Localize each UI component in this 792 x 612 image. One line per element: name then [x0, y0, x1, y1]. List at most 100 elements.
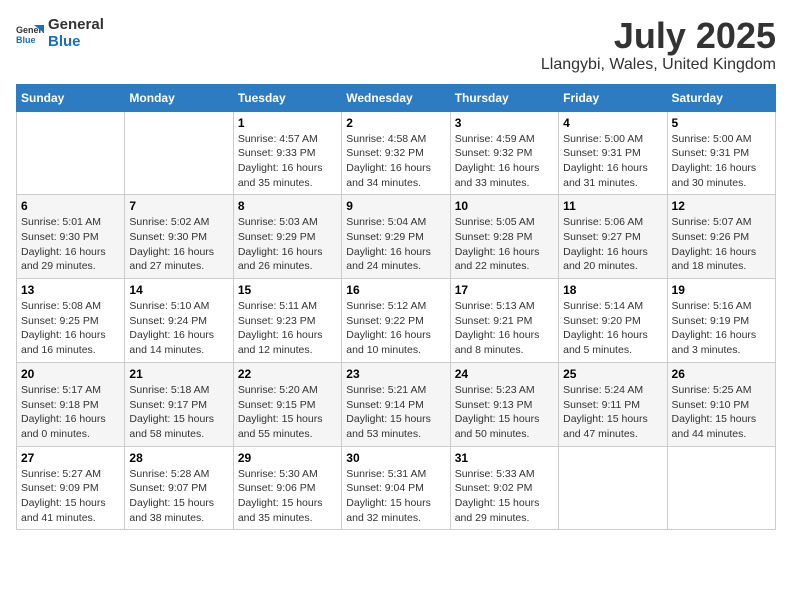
day-detail: Sunrise: 5:25 AM Sunset: 9:10 PM Dayligh…: [672, 383, 771, 442]
calendar-cell: 16 Sunrise: 5:12 AM Sunset: 9:22 PM Dayli…: [342, 279, 450, 363]
weekday-tuesday: Tuesday: [233, 84, 341, 111]
day-detail: Sunrise: 5:08 AM Sunset: 9:25 PM Dayligh…: [21, 299, 120, 358]
day-number: 18: [563, 283, 662, 297]
calendar-cell: 4 Sunrise: 5:00 AM Sunset: 9:31 PM Daylig…: [559, 111, 667, 195]
day-number: 6: [21, 199, 120, 213]
day-detail: Sunrise: 5:31 AM Sunset: 9:04 PM Dayligh…: [346, 467, 445, 526]
calendar-cell: [559, 446, 667, 530]
day-detail: Sunrise: 5:02 AM Sunset: 9:30 PM Dayligh…: [129, 215, 228, 274]
day-detail: Sunrise: 5:21 AM Sunset: 9:14 PM Dayligh…: [346, 383, 445, 442]
week-row-1: 6 Sunrise: 5:01 AM Sunset: 9:30 PM Daylig…: [17, 195, 776, 279]
calendar-cell: 14Sunrise: 5:10 AM Sunset: 9:24 PM Dayli…: [125, 279, 233, 363]
logo-text-blue: Blue: [48, 33, 81, 50]
calendar-cell: 10 Sunrise: 5:05 AM Sunset: 9:28 PM Dayli…: [450, 195, 558, 279]
day-number: 20: [21, 367, 120, 381]
calendar-cell: [667, 446, 775, 530]
day-detail: Sunrise: 5:04 AM Sunset: 9:29 PM Dayligh…: [346, 215, 445, 274]
day-number: 3: [455, 116, 554, 130]
calendar-cell: 30 Sunrise: 5:31 AM Sunset: 9:04 PM Dayli…: [342, 446, 450, 530]
day-number: 21: [129, 367, 228, 381]
calendar-cell: 7Sunrise: 5:02 AM Sunset: 9:30 PM Daylig…: [125, 195, 233, 279]
day-detail: Sunrise: 5:13 AM Sunset: 9:21 PM Dayligh…: [455, 299, 554, 358]
calendar-cell: 8Sunrise: 5:03 AM Sunset: 9:29 PM Daylig…: [233, 195, 341, 279]
weekday-header: SundayMondayTuesdayWednesdayThursdayFrid…: [17, 84, 776, 111]
day-number: 9: [346, 199, 445, 213]
day-detail: Sunrise: 5:05 AM Sunset: 9:28 PM Dayligh…: [455, 215, 554, 274]
day-number: 11: [563, 199, 662, 213]
weekday-thursday: Thursday: [450, 84, 558, 111]
calendar-cell: 31Sunrise: 5:33 AM Sunset: 9:02 PM Dayli…: [450, 446, 558, 530]
calendar-cell: 13Sunrise: 5:08 AM Sunset: 9:25 PM Dayli…: [17, 279, 125, 363]
day-detail: Sunrise: 4:58 AM Sunset: 9:32 PM Dayligh…: [346, 132, 445, 191]
day-detail: Sunrise: 5:17 AM Sunset: 9:18 PM Dayligh…: [21, 383, 120, 442]
day-detail: Sunrise: 5:06 AM Sunset: 9:27 PM Dayligh…: [563, 215, 662, 274]
calendar-cell: 27 Sunrise: 5:27 AM Sunset: 9:09 PM Dayli…: [17, 446, 125, 530]
sub-title: Llangybi, Wales, United Kingdom: [541, 56, 776, 74]
calendar-cell: 25 Sunrise: 5:24 AM Sunset: 9:11 PM Dayli…: [559, 362, 667, 446]
calendar-cell: [125, 111, 233, 195]
calendar-cell: 5Sunrise: 5:00 AM Sunset: 9:31 PM Daylig…: [667, 111, 775, 195]
day-detail: Sunrise: 5:24 AM Sunset: 9:11 PM Dayligh…: [563, 383, 662, 442]
weekday-monday: Monday: [125, 84, 233, 111]
header: General Blue General Blue July 2025 Llan…: [16, 16, 776, 74]
calendar-cell: 24Sunrise: 5:23 AM Sunset: 9:13 PM Dayli…: [450, 362, 558, 446]
day-number: 19: [672, 283, 771, 297]
day-detail: Sunrise: 5:30 AM Sunset: 9:06 PM Dayligh…: [238, 467, 337, 526]
day-number: 17: [455, 283, 554, 297]
day-number: 31: [455, 451, 554, 465]
day-number: 29: [238, 451, 337, 465]
weekday-wednesday: Wednesday: [342, 84, 450, 111]
calendar: SundayMondayTuesdayWednesdayThursdayFrid…: [16, 84, 776, 531]
svg-text:Blue: Blue: [16, 35, 36, 45]
calendar-cell: 6 Sunrise: 5:01 AM Sunset: 9:30 PM Daylig…: [17, 195, 125, 279]
day-number: 2: [346, 116, 445, 130]
weekday-sunday: Sunday: [17, 84, 125, 111]
day-number: 26: [672, 367, 771, 381]
title-area: July 2025 Llangybi, Wales, United Kingdo…: [541, 16, 776, 74]
calendar-cell: 29 Sunrise: 5:30 AM Sunset: 9:06 PM Dayli…: [233, 446, 341, 530]
week-row-2: 13Sunrise: 5:08 AM Sunset: 9:25 PM Dayli…: [17, 279, 776, 363]
day-number: 14: [129, 283, 228, 297]
calendar-cell: 26 Sunrise: 5:25 AM Sunset: 9:10 PM Dayli…: [667, 362, 775, 446]
day-number: 28: [129, 451, 228, 465]
calendar-cell: 1 Sunrise: 4:57 AM Sunset: 9:33 PM Daylig…: [233, 111, 341, 195]
day-detail: Sunrise: 4:57 AM Sunset: 9:33 PM Dayligh…: [238, 132, 337, 191]
calendar-cell: 11 Sunrise: 5:06 AM Sunset: 9:27 PM Dayli…: [559, 195, 667, 279]
day-number: 8: [238, 199, 337, 213]
day-detail: Sunrise: 5:23 AM Sunset: 9:13 PM Dayligh…: [455, 383, 554, 442]
day-number: 12: [672, 199, 771, 213]
logo-text-general: General: [48, 16, 104, 33]
day-number: 16: [346, 283, 445, 297]
day-detail: Sunrise: 5:12 AM Sunset: 9:22 PM Dayligh…: [346, 299, 445, 358]
calendar-cell: 12 Sunrise: 5:07 AM Sunset: 9:26 PM Dayli…: [667, 195, 775, 279]
day-detail: Sunrise: 5:01 AM Sunset: 9:30 PM Dayligh…: [21, 215, 120, 274]
calendar-cell: 15 Sunrise: 5:11 AM Sunset: 9:23 PM Dayli…: [233, 279, 341, 363]
day-number: 4: [563, 116, 662, 130]
logo: General Blue General Blue: [16, 16, 104, 51]
day-detail: Sunrise: 4:59 AM Sunset: 9:32 PM Dayligh…: [455, 132, 554, 191]
day-number: 30: [346, 451, 445, 465]
day-number: 1: [238, 116, 337, 130]
day-detail: Sunrise: 5:07 AM Sunset: 9:26 PM Dayligh…: [672, 215, 771, 274]
calendar-body: 1 Sunrise: 4:57 AM Sunset: 9:33 PM Daylig…: [17, 111, 776, 530]
day-number: 22: [238, 367, 337, 381]
week-row-0: 1 Sunrise: 4:57 AM Sunset: 9:33 PM Daylig…: [17, 111, 776, 195]
weekday-friday: Friday: [559, 84, 667, 111]
day-detail: Sunrise: 5:11 AM Sunset: 9:23 PM Dayligh…: [238, 299, 337, 358]
main-title: July 2025: [541, 16, 776, 56]
day-number: 27: [21, 451, 120, 465]
calendar-cell: 28 Sunrise: 5:28 AM Sunset: 9:07 PM Dayli…: [125, 446, 233, 530]
day-detail: Sunrise: 5:20 AM Sunset: 9:15 PM Dayligh…: [238, 383, 337, 442]
day-number: 15: [238, 283, 337, 297]
calendar-cell: [17, 111, 125, 195]
day-detail: Sunrise: 5:27 AM Sunset: 9:09 PM Dayligh…: [21, 467, 120, 526]
day-detail: Sunrise: 5:00 AM Sunset: 9:31 PM Dayligh…: [563, 132, 662, 191]
week-row-4: 27 Sunrise: 5:27 AM Sunset: 9:09 PM Dayli…: [17, 446, 776, 530]
calendar-cell: 19Sunrise: 5:16 AM Sunset: 9:19 PM Dayli…: [667, 279, 775, 363]
day-number: 25: [563, 367, 662, 381]
calendar-cell: 22 Sunrise: 5:20 AM Sunset: 9:15 PM Dayli…: [233, 362, 341, 446]
day-detail: Sunrise: 5:28 AM Sunset: 9:07 PM Dayligh…: [129, 467, 228, 526]
logo-icon: General Blue: [16, 23, 44, 45]
day-number: 10: [455, 199, 554, 213]
week-row-3: 20 Sunrise: 5:17 AM Sunset: 9:18 PM Dayli…: [17, 362, 776, 446]
